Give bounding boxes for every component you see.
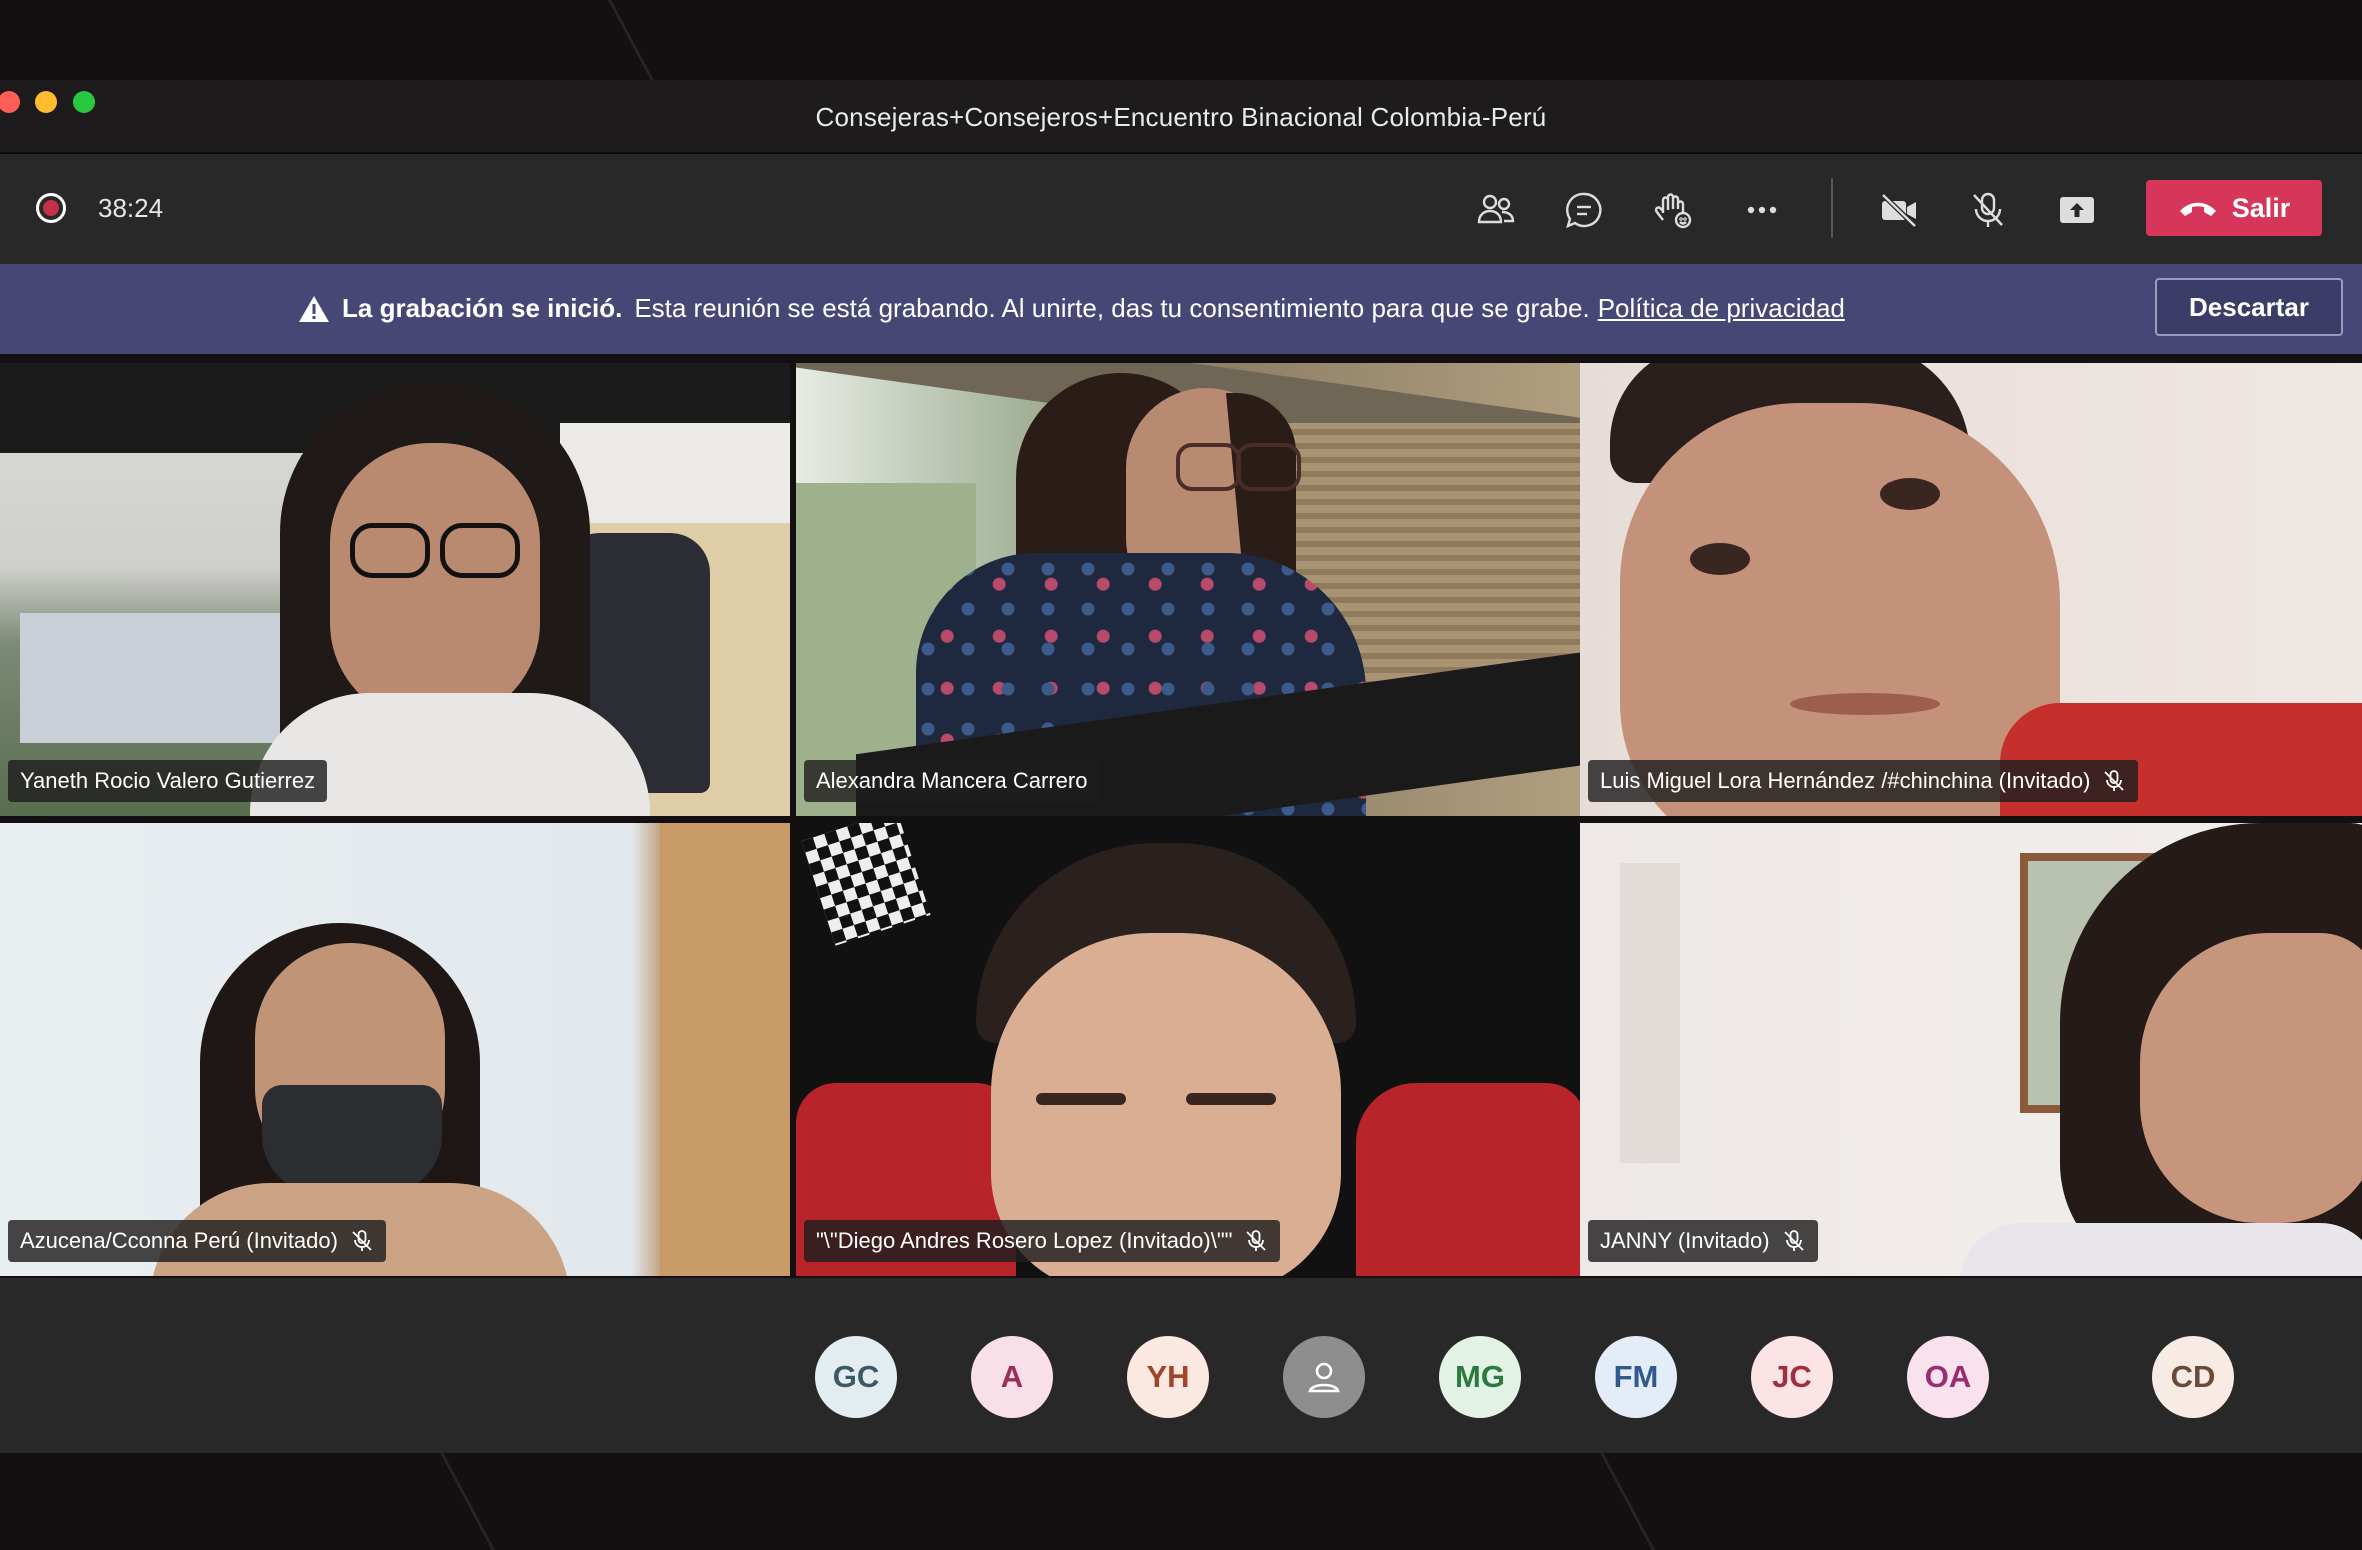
person-icon	[1308, 1362, 1340, 1393]
participant-name: Luis Miguel Lora Hernández /#chinchina (…	[1600, 768, 2091, 793]
window-title: Consejeras+Consejeros+Encuentro Binacion…	[815, 102, 1547, 132]
eyebrow	[1186, 1093, 1276, 1105]
record-icon	[36, 193, 66, 223]
mic-off-icon	[1246, 1230, 1267, 1251]
face	[1620, 403, 2060, 816]
participant-avatar[interactable]: JC	[1751, 1336, 1833, 1418]
video-tile[interactable]: Yaneth Rocio Valero Gutierrez	[0, 363, 790, 816]
warning-icon	[299, 295, 329, 322]
participant-avatar[interactable]: MG	[1439, 1336, 1521, 1418]
glasses	[350, 523, 430, 578]
leave-button[interactable]: Salir	[2146, 180, 2322, 236]
participant-name: Alexandra Mancera Carrero	[816, 768, 1088, 793]
share-screen-button[interactable]	[2049, 182, 2105, 238]
privacy-policy-link[interactable]: Política de privacidad	[1598, 293, 1845, 324]
recording-banner: La grabación se inició. Esta reunión se …	[0, 264, 2362, 354]
buildings	[20, 613, 280, 743]
eye	[1690, 543, 1750, 575]
share-screen-icon	[2060, 197, 2094, 223]
participant-avatar[interactable]: GC	[815, 1336, 897, 1418]
mouth	[1790, 693, 1940, 715]
leave-label: Salir	[2231, 192, 2291, 223]
chat-button[interactable]	[1556, 182, 1612, 238]
face	[330, 443, 540, 723]
participant-name-tag: Azucena/Cconna Perú (Invitado)	[8, 1220, 386, 1262]
banner-message: Esta reunión se está grabando. Al unirte…	[634, 293, 1590, 323]
more-options-icon	[1747, 206, 1777, 214]
dismiss-button[interactable]: Descartar	[2155, 278, 2343, 336]
chat-icon	[1566, 192, 1602, 229]
participant-name-tag: Luis Miguel Lora Hernández /#chinchina (…	[1588, 760, 2139, 802]
camera-toggle-button[interactable]	[1871, 182, 1927, 238]
video-tile[interactable]: Luis Miguel Lora Hernández /#chinchina (…	[1580, 363, 2362, 816]
reactions-button[interactable]	[1645, 182, 1701, 238]
face-mask	[262, 1085, 442, 1195]
participant-name: Yaneth Rocio Valero Gutierrez	[20, 768, 316, 793]
minimize-window-button[interactable]	[35, 91, 57, 113]
checkered-logo	[801, 823, 931, 946]
video-tile[interactable]: JANNY (Invitado)	[1580, 823, 2362, 1276]
mic-off-icon	[2104, 770, 2125, 791]
participant-avatar[interactable]	[1283, 1336, 1365, 1418]
mic-off-icon	[1783, 1230, 1804, 1251]
maximize-window-button[interactable]	[73, 91, 95, 113]
face	[2140, 933, 2362, 1223]
glasses	[1236, 443, 1301, 491]
glasses	[1176, 443, 1241, 491]
shirt	[1960, 1223, 2362, 1276]
mic-off-icon	[352, 1230, 372, 1251]
more-options-button[interactable]	[1734, 182, 1790, 238]
eyebrow	[1036, 1093, 1126, 1105]
participant-avatar[interactable]: A	[971, 1336, 1053, 1418]
participant-avatar[interactable]: YH	[1127, 1336, 1209, 1418]
participant-avatar-strip: GC A YH MG FM JC OA CD	[0, 1278, 2362, 1453]
video-tile[interactable]: Azucena/Cconna Perú (Invitado)	[0, 823, 790, 1276]
camera-off-icon	[1881, 193, 1917, 228]
video-tile[interactable]: Alexandra Mancera Carrero	[796, 363, 1586, 816]
hang-up-icon	[2179, 202, 2216, 216]
window-title-bar: Consejeras+Consejeros+Encuentro Binacion…	[0, 80, 2362, 154]
participant-avatar[interactable]: OA	[1907, 1336, 1989, 1418]
participant-name: Azucena/Cconna Perú (Invitado)	[20, 1228, 338, 1253]
curtain	[1620, 863, 1680, 1163]
mic-off-icon	[1973, 192, 2003, 227]
participant-name-tag: Yaneth Rocio Valero Gutierrez	[8, 760, 328, 802]
people-button[interactable]	[1468, 182, 1524, 238]
eye	[1880, 478, 1940, 510]
video-tile[interactable]: "\"Diego Andres Rosero Lopez (Invitado)\…	[796, 823, 1586, 1276]
participant-name-tag: "\"Diego Andres Rosero Lopez (Invitado)\…	[804, 1220, 1281, 1262]
meeting-timer: 38:24	[98, 193, 164, 223]
participant-avatar[interactable]: CD	[2152, 1336, 2234, 1418]
participant-name: JANNY (Invitado)	[1600, 1228, 1770, 1253]
banner-title: La grabación se inició.	[342, 293, 623, 323]
mic-toggle-button[interactable]	[1960, 182, 2016, 238]
door	[660, 823, 790, 1276]
participant-name: "\"Diego Andres Rosero Lopez (Invitado)\…	[816, 1228, 1233, 1253]
glasses	[440, 523, 520, 578]
raise-hand-icon	[1654, 193, 1692, 229]
people-icon	[1477, 194, 1515, 224]
meeting-toolbar: 38:24 Salir	[0, 154, 2362, 264]
participant-name-tag: JANNY (Invitado)	[1588, 1220, 1818, 1262]
participant-avatar[interactable]: FM	[1595, 1336, 1677, 1418]
gaming-chair	[1356, 1083, 1586, 1276]
toolbar-separator	[1831, 178, 1833, 238]
participant-name-tag: Alexandra Mancera Carrero	[804, 760, 1100, 802]
